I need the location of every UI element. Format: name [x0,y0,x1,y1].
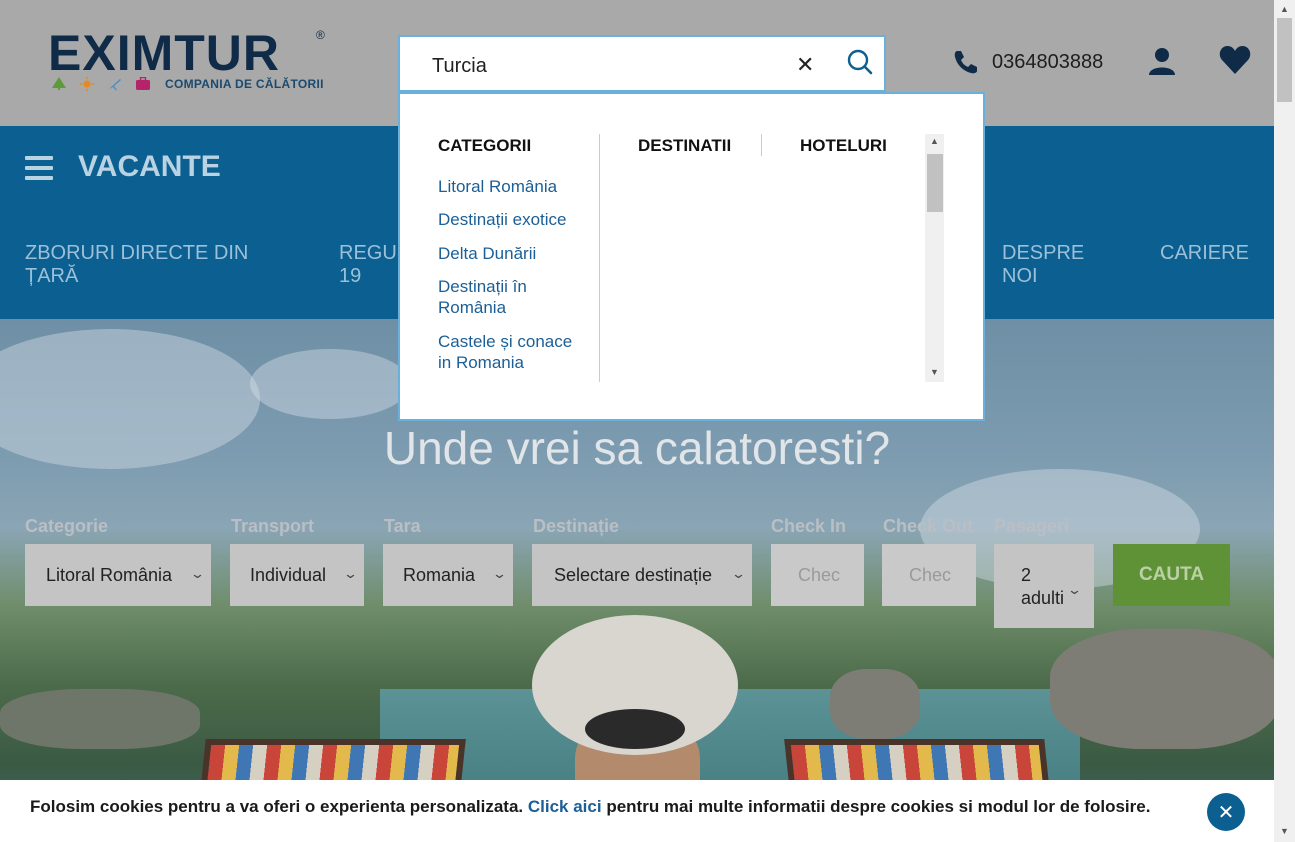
phone-icon [954,51,977,74]
transport-label: Transport [231,516,315,536]
logo-icons [52,77,150,91]
checkout-input[interactable]: Chec [882,544,976,606]
search-box: ✕ [398,35,886,92]
column-divider [599,134,600,382]
search-suggestions-dropdown: CATEGORII DESTINATII HOTELURI Litoral Ro… [398,92,985,421]
hoteluri-header: HOTELURI [800,136,887,155]
destinatii-header: DESTINATII [638,136,732,155]
cauta-button[interactable]: CAUTA [1113,544,1230,606]
cookie-text: Folosim cookies pentru a va oferi o expe… [30,797,1150,817]
page-scrollbar[interactable]: ▲ ▼ [1274,0,1295,842]
item-line2: in Romania [438,353,524,372]
tara-label: Tara [384,516,421,536]
eximtur-logo[interactable]: EXIMTUR ® COMPANIA DE CĂLĂTORII [48,28,338,98]
close-icon[interactable]: ✕ [796,52,814,78]
destinatie-value: Selectare destinație [553,564,713,585]
nav-link-regu-line1: REGU [339,242,397,264]
cookie-banner: Folosim cookies pentru a va oferi o expe… [0,780,1274,842]
chevron-down-icon: ⌄ [730,566,747,581]
categorie-item-castele[interactable]: Castele și conace in Romania [438,331,572,373]
nav-link-despre[interactable]: DESPRE NOI [1002,242,1084,288]
scroll-up-icon[interactable]: ▲ [1280,4,1289,14]
scrollbar-thumb[interactable] [927,154,943,212]
suitcase-icon [136,77,150,90]
destinatie-label: Destinație [533,516,620,536]
close-icon[interactable]: ✕ [1207,793,1245,831]
cookie-link[interactable]: Click aici [528,797,602,816]
hero-title: Unde vrei sa calatoresti? [383,422,891,474]
chevron-down-icon: ⌄ [1066,582,1083,597]
logo-wordmark: EXIMTUR [48,25,280,81]
chevron-down-icon: ⌄ [491,566,508,581]
scrollbar-thumb[interactable] [1277,18,1292,102]
checkin-label: Check In [771,516,847,536]
pasageri-unit: adulti [1021,588,1065,608]
user-icon[interactable] [1148,46,1176,76]
phone-number[interactable]: 0364803888 [992,51,1103,74]
search-input[interactable] [432,53,772,79]
nav-link-despre-line2: NOI [1002,265,1038,287]
item-line1: Destinații în [438,277,527,296]
categorie-select[interactable]: Litoral România ⌄ [25,544,211,606]
plane-icon [109,79,121,91]
nav-vacante[interactable]: VACANTE [78,150,221,184]
nav-link-regu-line2: 19 [339,265,362,287]
phone-contact[interactable]: 0364803888 [952,48,1103,76]
categorie-item-exotice[interactable]: Destinații exotice [438,209,567,230]
nav-link-despre-line1: DESPRE [1002,242,1085,264]
checkin-input[interactable]: Chec [771,544,864,606]
nav-link-regu[interactable]: REGU 19 [339,242,397,288]
column-divider [761,134,762,156]
scroll-up-icon[interactable]: ▲ [930,136,939,146]
destinatie-select[interactable]: Selectare destinație ⌄ [532,544,752,606]
logo-tagline: COMPANIA DE CĂLĂTORII [165,77,324,91]
registered-mark: ® [316,28,325,42]
scroll-down-icon[interactable]: ▼ [1280,826,1289,836]
dropdown-scrollbar[interactable]: ▲ ▼ [925,134,944,382]
nav-link-zboruri[interactable]: ZBORURI DIRECTE DIN ȚARĂ [25,242,285,288]
categorii-header: CATEGORII [438,136,532,155]
sun-icon [80,77,94,91]
transport-value: Individual [249,564,327,585]
cookie-text-after: pentru mai multe informatii despre cooki… [601,797,1151,816]
hamburger-menu-icon[interactable] [25,156,53,180]
scroll-down-icon[interactable]: ▼ [930,367,939,377]
checkout-label: Check Out [883,516,974,536]
tara-select[interactable]: Romania ⌄ [383,544,513,606]
categorie-item-litoral[interactable]: Litoral România [438,176,557,197]
nav-link-cariere[interactable]: CARIERE [1160,242,1249,265]
transport-select[interactable]: Individual ⌄ [230,544,364,606]
pasageri-label: Pasageri [994,516,1070,536]
categorie-item-destinatii-romania[interactable]: Destinații în România [438,276,527,318]
logo-tree-icon [52,77,66,90]
item-line1: Castele și conace [438,332,573,351]
search-icon[interactable] [846,49,874,77]
categorie-item-delta[interactable]: Delta Dunării [438,243,536,264]
categorie-value: Litoral România [45,564,173,585]
tara-value: Romania [402,564,476,585]
chevron-down-icon: ⌄ [342,566,359,581]
categorie-label: Categorie [25,516,109,536]
pasageri-count: 2 [1021,565,1032,585]
pasageri-select[interactable]: 2 adulti ⌄ [994,544,1094,628]
cookie-text-before: Folosim cookies pentru a va oferi o expe… [30,797,528,816]
item-line2: România [438,298,507,317]
heart-icon[interactable] [1219,45,1251,75]
chevron-down-icon: ⌄ [189,566,206,581]
